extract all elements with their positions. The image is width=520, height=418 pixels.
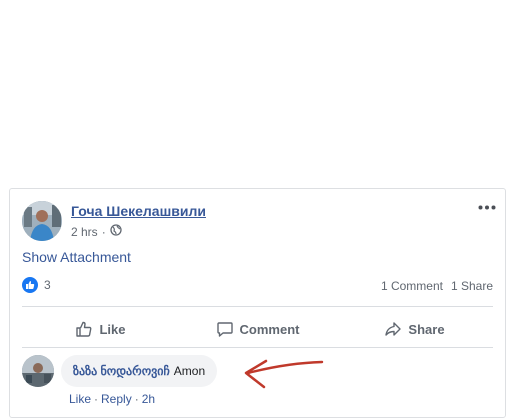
post-time[interactable]: 2 hrs <box>71 225 98 239</box>
reaction-count: 3 <box>44 278 51 292</box>
author-avatar[interactable] <box>22 201 62 241</box>
like-reaction-icon <box>22 277 38 293</box>
author-name[interactable]: Гоча Шекелашвили <box>71 203 206 219</box>
share-count-link[interactable]: 1 Share <box>451 279 493 293</box>
comment-item: ზაზა ნოდაროვიჩ Amon Like · Reply · 2h <box>22 355 492 406</box>
thumbs-up-icon <box>76 321 92 337</box>
more-dots-icon <box>478 205 496 209</box>
post-card: Гоча Шекелашвили 2 hrs · Show Attachment… <box>9 188 506 418</box>
commenter-avatar[interactable] <box>22 355 54 387</box>
comment-button[interactable]: Comment <box>179 313 336 345</box>
post-meta: 2 hrs · <box>71 224 122 239</box>
comment-actions: Like · Reply · 2h <box>69 392 156 406</box>
comment-like-link[interactable]: Like <box>69 392 91 406</box>
like-button[interactable]: Like <box>22 313 179 345</box>
engagement-counts: 1 Comment 1 Share <box>381 279 493 293</box>
share-button-label: Share <box>408 321 445 337</box>
divider <box>22 347 493 348</box>
share-arrow-icon <box>385 322 402 336</box>
comment-button-label: Comment <box>239 321 300 337</box>
comment-count-link[interactable]: 1 Comment <box>381 279 443 293</box>
more-options-button[interactable] <box>477 199 497 215</box>
globe-icon[interactable] <box>110 224 122 239</box>
comment-bubble-icon <box>216 322 233 337</box>
like-button-label: Like <box>99 321 126 337</box>
divider <box>22 306 493 307</box>
comment-text: Amon <box>173 364 206 378</box>
comment-reply-link[interactable]: Reply <box>101 392 132 406</box>
post-action-bar: Like Comment Share <box>22 313 493 345</box>
comment-author[interactable]: ზაზა ნოდაროვიჩ <box>73 364 170 378</box>
show-attachment-link[interactable]: Show Attachment <box>22 249 131 265</box>
comment-time[interactable]: 2h <box>142 392 155 406</box>
comment-bubble: ზაზა ნოდაროვიჩ Amon <box>61 355 218 387</box>
red-arrow-annotation <box>244 359 324 389</box>
reactions-summary[interactable]: 3 <box>22 277 51 293</box>
share-button[interactable]: Share <box>336 313 493 345</box>
